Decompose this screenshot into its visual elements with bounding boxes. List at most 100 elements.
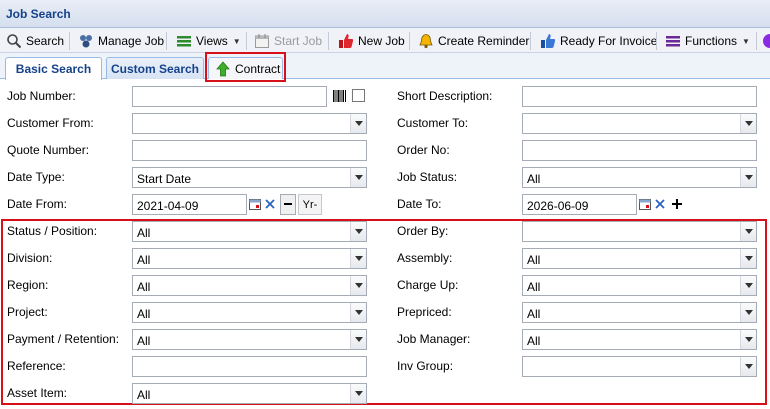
reference-label: Reference: — [7, 359, 66, 373]
reference-input[interactable] — [132, 356, 367, 377]
calendar-icon — [249, 198, 261, 213]
division-label: Division: — [7, 251, 53, 265]
tab-custom-search[interactable]: Custom Search — [106, 57, 204, 79]
chevron-down-icon[interactable] — [350, 168, 366, 187]
plus-icon — [671, 198, 683, 213]
toolbar-separator — [246, 32, 247, 50]
chevron-down-icon[interactable] — [740, 330, 756, 349]
job-number-checkbox[interactable] — [352, 89, 365, 102]
minus-icon — [283, 198, 293, 212]
green-up-arrow-icon — [215, 60, 231, 77]
search-tab-bar: Basic Search Custom Search Contract — [0, 53, 770, 80]
order-by-select[interactable] — [522, 221, 757, 242]
toolbar-separator — [756, 32, 757, 50]
ready-for-invoice-button[interactable]: Ready For Invoice — [540, 31, 657, 51]
customer-to-select[interactable] — [522, 113, 757, 134]
thumbs-up-blue-icon — [540, 33, 556, 49]
chevron-down-icon[interactable] — [740, 276, 756, 295]
year-adjust-button[interactable]: Yr- — [298, 194, 322, 215]
date-from-clear-button[interactable] — [263, 195, 277, 215]
window-title: Job Search — [6, 7, 71, 21]
calendar-icon — [639, 198, 651, 213]
tab-basic-search[interactable]: Basic Search — [5, 57, 102, 80]
order-no-label: Order No: — [397, 143, 450, 157]
toolbar-separator — [328, 32, 329, 50]
toolbar-separator — [166, 32, 167, 50]
short-description-label: Short Description: — [397, 89, 493, 103]
date-to-plus-button[interactable] — [669, 195, 685, 215]
asset-item-select[interactable]: All — [132, 383, 367, 404]
chevron-down-icon[interactable] — [350, 303, 366, 322]
status-position-select[interactable]: All — [132, 221, 367, 242]
region-select[interactable]: All — [132, 275, 367, 296]
date-from-calendar-button[interactable] — [248, 195, 262, 215]
search-icon — [6, 33, 22, 49]
circle-options-icon — [762, 33, 770, 49]
calendar-icon — [254, 33, 270, 49]
customer-from-label: Customer From: — [7, 116, 94, 130]
chevron-down-icon[interactable] — [740, 249, 756, 268]
project-select[interactable]: All — [132, 302, 367, 323]
toolbar-separator — [656, 32, 657, 50]
order-no-input[interactable] — [522, 140, 757, 161]
list-icon — [176, 33, 192, 49]
date-type-label: Date Type: — [7, 170, 65, 184]
new-job-button[interactable]: New Job — [338, 31, 405, 51]
window-title-bar: Job Search — [0, 0, 770, 28]
chevron-down-icon[interactable] — [740, 303, 756, 322]
quote-number-label: Quote Number: — [7, 143, 90, 157]
functions-menu-button[interactable]: Functions ▼ — [665, 31, 750, 51]
chevron-down-icon[interactable] — [740, 114, 756, 133]
customer-to-label: Customer To: — [397, 116, 469, 130]
prepriced-label: Prepriced: — [397, 305, 452, 319]
manage-job-icon — [78, 33, 94, 49]
short-description-input[interactable] — [522, 86, 757, 107]
chevron-down-icon[interactable] — [350, 249, 366, 268]
date-from-input[interactable]: 2021-04-09 — [132, 194, 247, 215]
job-status-select[interactable]: All — [522, 167, 757, 188]
views-menu-button[interactable]: Views ▼ — [176, 31, 241, 51]
prepriced-select[interactable]: All — [522, 302, 757, 323]
inv-group-select[interactable] — [522, 356, 757, 377]
division-select[interactable]: All — [132, 248, 367, 269]
chevron-down-icon[interactable] — [350, 222, 366, 241]
chevron-down-icon[interactable] — [740, 168, 756, 187]
barcode-scan-button[interactable] — [331, 87, 349, 107]
date-to-calendar-button[interactable] — [638, 195, 652, 215]
job-number-input[interactable] — [132, 86, 327, 107]
job-manager-label: Job Manager: — [397, 332, 471, 346]
toolbar: Search Manage Job Views ▼ Start Job New … — [0, 28, 770, 53]
create-reminder-button[interactable]: Create Reminder — [418, 31, 529, 51]
payment-retention-label: Payment / Retention: — [7, 332, 120, 346]
chevron-down-icon[interactable] — [350, 114, 366, 133]
payment-retention-select[interactable]: All — [132, 329, 367, 350]
date-type-select[interactable]: Start Date — [132, 167, 367, 188]
tab-contract[interactable]: Contract — [208, 57, 283, 79]
order-by-label: Order By: — [397, 224, 449, 238]
date-to-input[interactable]: 2026-06-09 — [522, 194, 637, 215]
chevron-down-icon[interactable] — [350, 384, 366, 403]
assembly-label: Assembly: — [397, 251, 453, 265]
chevron-down-icon[interactable] — [740, 222, 756, 241]
search-button[interactable]: Search — [6, 31, 64, 51]
more-options-button[interactable] — [762, 31, 770, 51]
project-label: Project: — [7, 305, 48, 319]
job-manager-select[interactable]: All — [522, 329, 757, 350]
customer-from-select[interactable] — [132, 113, 367, 134]
charge-up-select[interactable]: All — [522, 275, 757, 296]
job-status-label: Job Status: — [397, 170, 458, 184]
chevron-down-icon[interactable] — [350, 276, 366, 295]
region-label: Region: — [7, 278, 49, 292]
chevron-down-icon[interactable] — [350, 330, 366, 349]
toolbar-separator — [69, 32, 70, 50]
inv-group-label: Inv Group: — [397, 359, 454, 373]
bell-icon — [418, 33, 434, 49]
date-to-clear-button[interactable] — [653, 195, 667, 215]
manage-job-button[interactable]: Manage Job — [78, 31, 164, 51]
toolbar-separator — [409, 32, 410, 50]
date-from-minus-button[interactable] — [280, 194, 296, 215]
start-job-button[interactable]: Start Job — [254, 31, 322, 51]
quote-number-input[interactable] — [132, 140, 367, 161]
assembly-select[interactable]: All — [522, 248, 757, 269]
chevron-down-icon[interactable] — [740, 357, 756, 376]
